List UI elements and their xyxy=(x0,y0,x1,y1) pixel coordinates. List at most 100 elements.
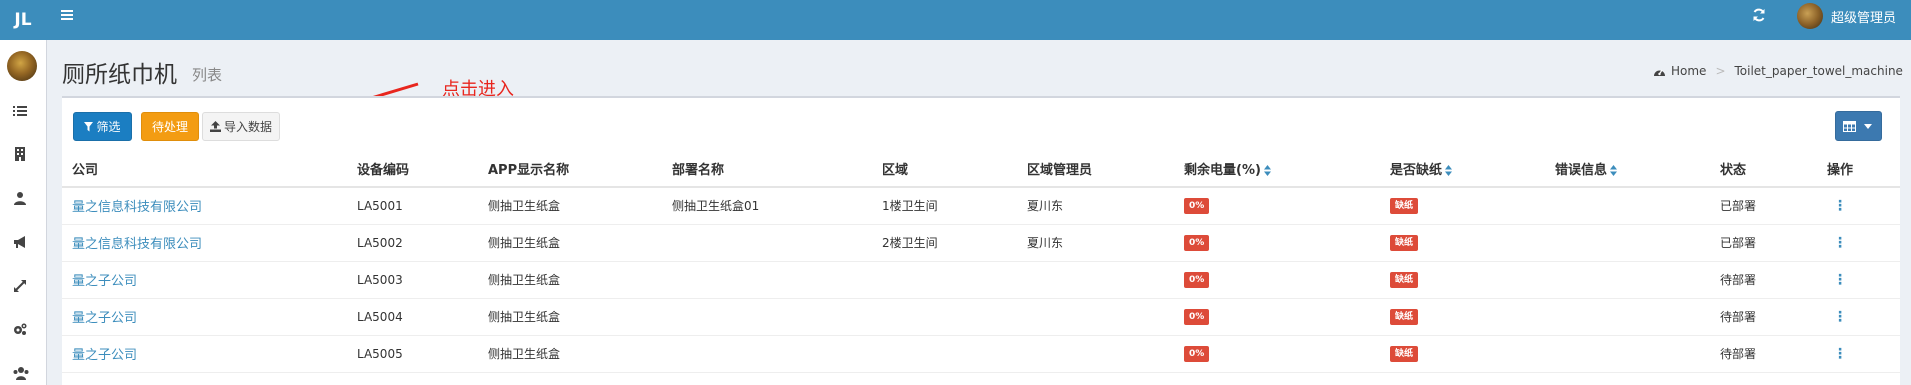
area xyxy=(882,298,1027,336)
top-navbar: JL 超级管理员 xyxy=(0,0,1911,40)
breadcrumb-separator: > xyxy=(1715,64,1726,78)
column-header: 公司 xyxy=(62,150,357,188)
error-info xyxy=(1555,298,1720,336)
paper-badge: 缺纸 xyxy=(1390,198,1419,215)
bullhorn-icon[interactable] xyxy=(13,235,29,251)
deploy-name xyxy=(672,335,882,373)
row-actions-menu-icon[interactable]: ⋮ xyxy=(1827,198,1847,214)
building-icon[interactable] xyxy=(13,147,29,163)
error-info xyxy=(1555,261,1720,299)
breadcrumb-current: Toilet_paper_towel_machine xyxy=(1734,64,1903,78)
battery-badge: 0% xyxy=(1184,198,1210,215)
table-row: 量之信息科技有限公司 LA5001 侧抽卫生纸盒 侧抽卫生纸盒01 1楼卫生间 … xyxy=(62,187,1900,225)
deploy-name xyxy=(672,261,882,299)
company-link[interactable]: 量之信息科技有限公司 xyxy=(72,200,202,215)
error-info xyxy=(1555,224,1720,262)
user-avatar[interactable] xyxy=(1797,3,1823,29)
table-columns-icon xyxy=(1842,120,1856,132)
column-header: 区域 xyxy=(882,150,1027,188)
company-link[interactable]: 量之信息科技有限公司 xyxy=(72,237,202,252)
expand-icon[interactable] xyxy=(13,279,29,295)
sidebar-avatar[interactable] xyxy=(7,51,37,81)
area xyxy=(882,261,1027,299)
area-manager xyxy=(1027,261,1184,299)
breadcrumb: Home > Toilet_paper_towel_machine xyxy=(1653,64,1903,78)
column-header: APP显示名称 xyxy=(488,150,672,188)
deploy-name xyxy=(672,224,882,262)
battery-badge: 0% xyxy=(1184,346,1210,362)
filter-button-label: 筛选 xyxy=(96,120,121,134)
user-name[interactable]: 超级管理员 xyxy=(1831,7,1896,26)
row-actions-menu-icon[interactable]: ⋮ xyxy=(1827,346,1847,362)
import-data-button[interactable]: 导入数据 xyxy=(202,112,280,141)
column-header: 区域管理员 xyxy=(1027,150,1184,188)
table-row: 量之信息科技有限公司 LA5002 侧抽卫生纸盒 2楼卫生间 夏川东 0% 缺纸… xyxy=(62,224,1900,262)
row-actions-menu-icon[interactable]: ⋮ xyxy=(1827,309,1847,325)
pending-button-label: 待处理 xyxy=(151,120,188,134)
device-code: LA5004 xyxy=(357,298,488,336)
table-row: 量之子公司 LA5003 侧抽卫生纸盒 0% 缺纸 待部署 ⋮ xyxy=(62,261,1900,299)
status: 待部署 xyxy=(1720,298,1827,336)
error-info xyxy=(1555,335,1720,373)
paper-badge: 缺纸 xyxy=(1390,235,1419,251)
app-name: 侧抽卫生纸盒 xyxy=(488,298,672,336)
sortable-column-header[interactable]: 是否缺纸 xyxy=(1390,150,1555,188)
error-info xyxy=(1555,187,1720,225)
sortable-column-header[interactable]: 错误信息 xyxy=(1555,150,1720,188)
table-row: 量之子公司 LA5005 侧抽卫生纸盒 0% 缺纸 待部署 ⋮ xyxy=(62,335,1900,373)
caret-down-icon xyxy=(1863,123,1872,129)
dashboard-icon xyxy=(1654,69,1665,76)
users-icon[interactable] xyxy=(13,366,29,382)
user-icon[interactable] xyxy=(13,191,29,207)
app-name: 侧抽卫生纸盒 xyxy=(488,224,672,262)
company-link[interactable]: 量之子公司 xyxy=(72,311,137,326)
column-header: 部署名称 xyxy=(672,150,882,188)
column-header: 状态 xyxy=(1720,150,1827,188)
area xyxy=(882,335,1027,373)
battery-badge: 0% xyxy=(1184,309,1210,325)
app-logo[interactable]: JL xyxy=(0,0,46,40)
table-header-row: 公司 设备编码 APP显示名称 部署名称 区域 区域管理员 剩余电量(%) 是否… xyxy=(62,150,1900,188)
device-code: LA5003 xyxy=(357,261,488,299)
battery-badge: 0% xyxy=(1184,235,1210,251)
area-manager xyxy=(1027,298,1184,336)
paper-badge: 缺纸 xyxy=(1390,272,1419,288)
column-toggle-button[interactable] xyxy=(1835,111,1882,141)
table-row: 量之子公司 LA5004 侧抽卫生纸盒 0% 缺纸 待部署 ⋮ xyxy=(62,298,1900,336)
device-code: LA5002 xyxy=(357,224,488,262)
status: 已部署 xyxy=(1720,187,1827,225)
pending-button[interactable]: 待处理 xyxy=(141,112,199,141)
list-icon[interactable] xyxy=(13,104,29,120)
deploy-name: 侧抽卫生纸盒01 xyxy=(672,187,882,225)
row-actions-menu-icon[interactable]: ⋮ xyxy=(1827,272,1847,288)
company-link[interactable]: 量之子公司 xyxy=(72,274,137,289)
breadcrumb-home[interactable]: Home xyxy=(1671,64,1706,78)
area-manager: 夏川东 xyxy=(1027,187,1184,225)
area: 2楼卫生间 xyxy=(882,224,1027,262)
filter-icon xyxy=(84,121,94,131)
sort-icon xyxy=(1263,164,1271,176)
cogs-icon[interactable] xyxy=(13,322,29,338)
status: 待部署 xyxy=(1720,261,1827,299)
devices-table: 公司 设备编码 APP显示名称 部署名称 区域 区域管理员 剩余电量(%) 是否… xyxy=(62,150,1900,373)
company-link[interactable]: 量之子公司 xyxy=(72,348,137,363)
column-header: 操作 xyxy=(1827,150,1900,188)
app-name: 侧抽卫生纸盒 xyxy=(488,335,672,373)
sortable-column-header[interactable]: 剩余电量(%) xyxy=(1184,150,1390,188)
status: 已部署 xyxy=(1720,224,1827,262)
paper-badge: 缺纸 xyxy=(1390,346,1419,362)
page-title: 厕所纸巾机 xyxy=(62,62,177,88)
app-name: 侧抽卫生纸盒 xyxy=(488,187,672,225)
row-actions-menu-icon[interactable]: ⋮ xyxy=(1827,235,1847,251)
column-header: 设备编码 xyxy=(357,150,488,188)
column-header-label: 剩余电量(%) xyxy=(1184,162,1261,178)
upload-icon xyxy=(209,121,221,132)
area-manager xyxy=(1027,335,1184,373)
device-code: LA5005 xyxy=(357,335,488,373)
column-header-label: 是否缺纸 xyxy=(1390,162,1443,178)
filter-button[interactable]: 筛选 xyxy=(73,112,132,141)
hamburger-icon[interactable] xyxy=(60,8,76,24)
refresh-icon[interactable] xyxy=(1751,7,1769,25)
device-code: LA5001 xyxy=(357,187,488,225)
sort-icon xyxy=(1445,164,1453,176)
